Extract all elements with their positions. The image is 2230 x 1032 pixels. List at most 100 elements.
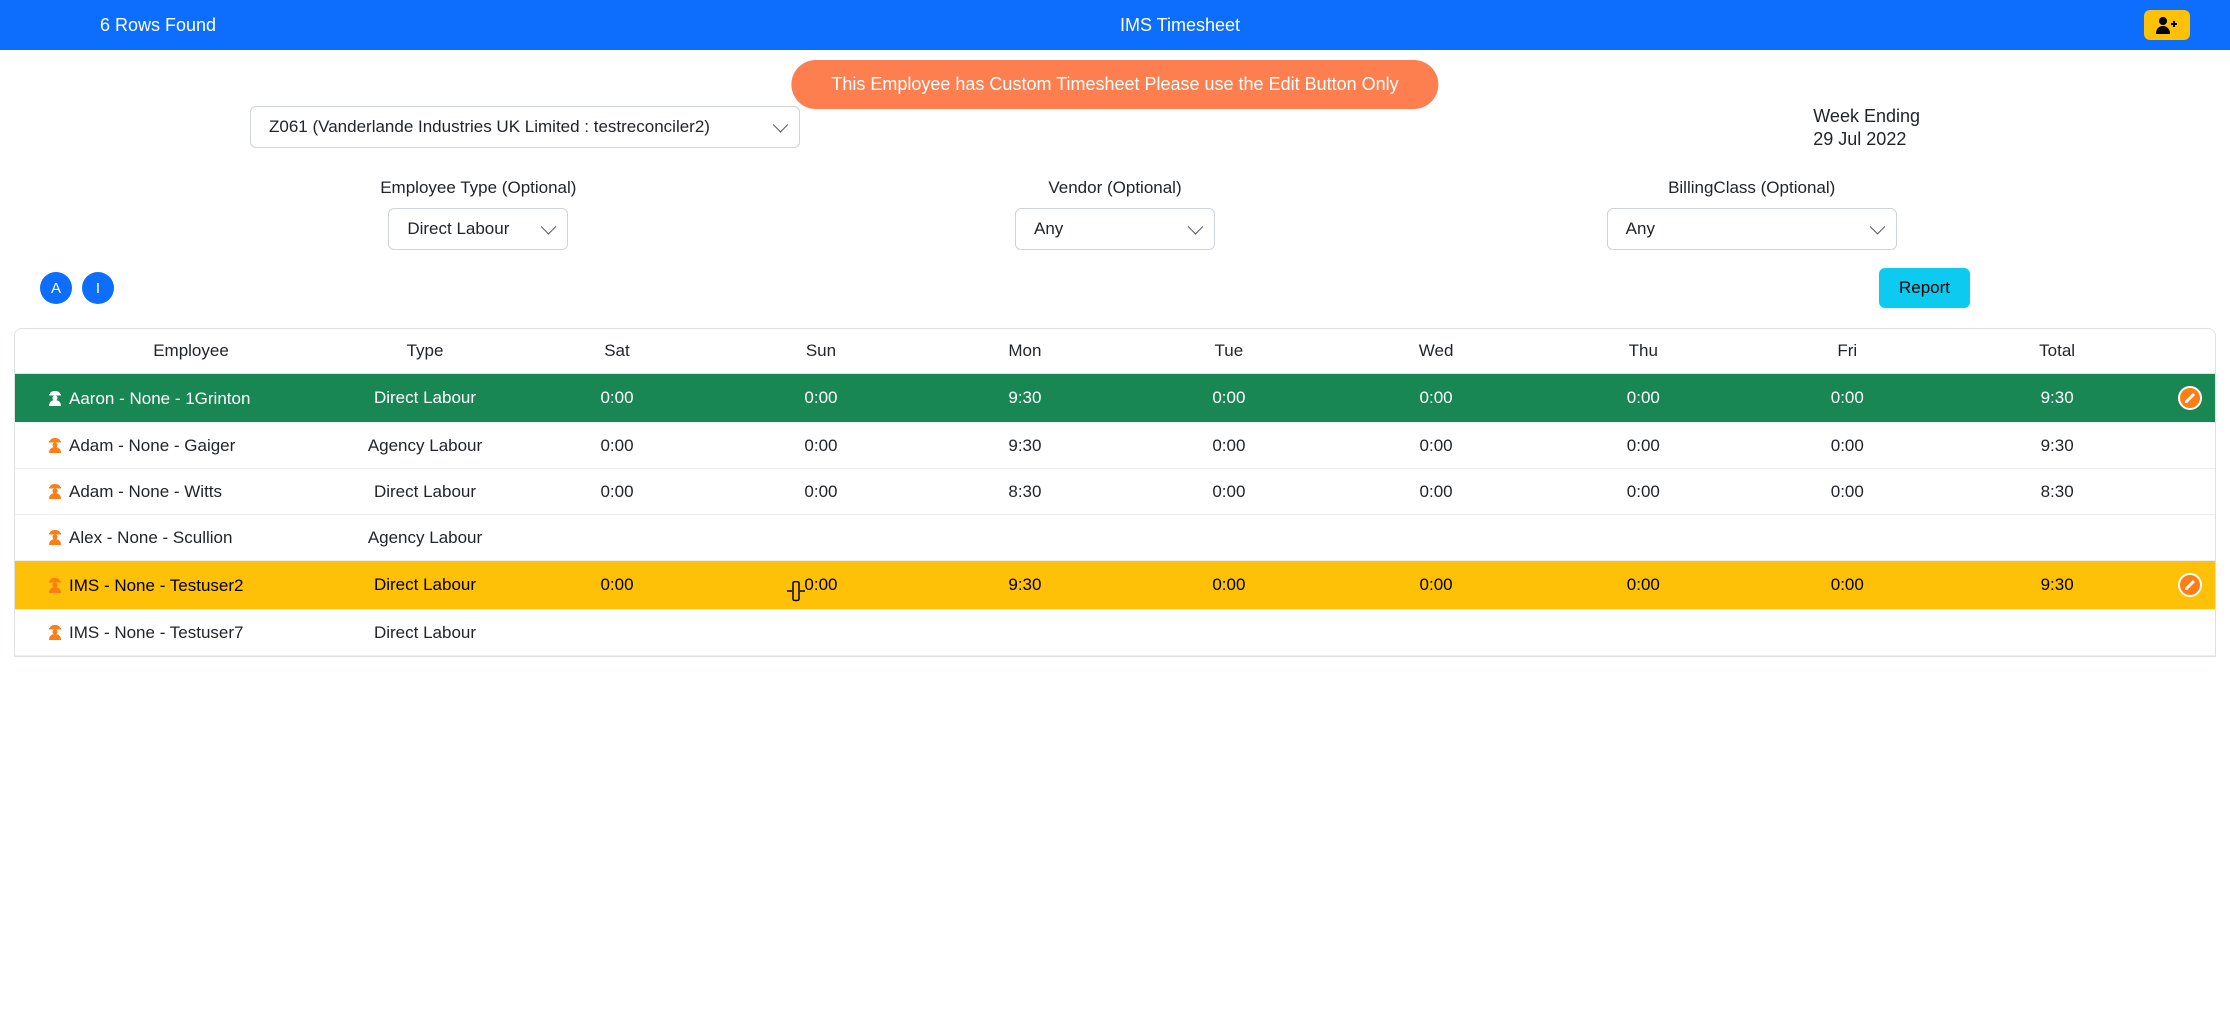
- thu-cell: [1541, 515, 1745, 561]
- employee-name: IMS - None - Testuser2: [69, 576, 243, 595]
- worker-icon: [47, 388, 63, 406]
- sat-cell: 0:00: [515, 561, 719, 610]
- type-cell: Agency Labour: [335, 423, 515, 469]
- vendor-select[interactable]: Any: [1015, 208, 1215, 250]
- employee-cell: IMS - None - Testuser7: [15, 610, 335, 656]
- col-header: Sun: [719, 329, 923, 374]
- fri-cell: [1745, 610, 1949, 656]
- wed-cell: 0:00: [1331, 561, 1541, 610]
- worker-icon: [47, 575, 63, 593]
- letter-filter-i[interactable]: I: [82, 272, 114, 304]
- week-ending-label: Week Ending: [1813, 106, 1920, 127]
- total-cell: [1949, 610, 2165, 656]
- col-header: Fri: [1745, 329, 1949, 374]
- fri-cell: 0:00: [1745, 374, 1949, 423]
- type-cell: Direct Labour: [335, 469, 515, 515]
- col-header: Thu: [1541, 329, 1745, 374]
- total-cell: 9:30: [1949, 374, 2165, 423]
- tue-cell: 0:00: [1127, 469, 1331, 515]
- sat-cell: 0:00: [515, 469, 719, 515]
- col-header: Total: [1949, 329, 2165, 374]
- table-row[interactable]: Alex - None - Scullion Agency Labour: [15, 515, 2215, 561]
- tue-cell: 0:00: [1127, 374, 1331, 423]
- sun-cell: [719, 515, 923, 561]
- sat-cell: [515, 515, 719, 561]
- col-header: Type: [335, 329, 515, 374]
- table-row[interactable]: IMS - None - Testuser2Direct Labour0:000…: [15, 561, 2215, 610]
- app-header: 6 Rows Found IMS Timesheet: [0, 0, 2230, 50]
- app-title: IMS Timesheet: [216, 15, 2144, 36]
- type-cell: Direct Labour: [335, 561, 515, 610]
- employee-name: Adam - None - Gaiger: [69, 436, 235, 455]
- table-row[interactable]: Adam - None - GaigerAgency Labour0:000:0…: [15, 423, 2215, 469]
- tue-cell: [1127, 610, 1331, 656]
- fri-cell: 0:00: [1745, 423, 1949, 469]
- sun-cell: 0:00: [719, 423, 923, 469]
- table-header-row: EmployeeTypeSatSunMonTueWedThuFriTotal: [15, 329, 2215, 374]
- warning-banner: This Employee has Custom Timesheet Pleas…: [791, 60, 1438, 109]
- col-header: Tue: [1127, 329, 1331, 374]
- employee-type-select[interactable]: Direct Labour: [388, 208, 568, 250]
- wed-cell: [1331, 515, 1541, 561]
- col-header-action: [2165, 329, 2215, 374]
- worker-icon: [47, 435, 63, 453]
- timesheet-table-wrap: EmployeeTypeSatSunMonTueWedThuFriTotal A…: [14, 328, 2216, 657]
- mon-cell: 8:30: [923, 469, 1127, 515]
- thu-cell: 0:00: [1541, 561, 1745, 610]
- thu-cell: 0:00: [1541, 423, 1745, 469]
- week-ending-block: Week Ending 29 Jul 2022: [1813, 106, 1920, 150]
- action-cell: [2165, 610, 2215, 656]
- col-header: Mon: [923, 329, 1127, 374]
- user-add-icon: [2156, 16, 2178, 34]
- action-cell: [2165, 561, 2215, 610]
- project-select[interactable]: Z061 (Vanderlande Industries UK Limited …: [250, 106, 800, 148]
- fri-cell: [1745, 515, 1949, 561]
- type-cell: Direct Labour: [335, 610, 515, 656]
- worker-icon: [47, 622, 63, 640]
- sat-cell: 0:00: [515, 374, 719, 423]
- total-cell: [1949, 515, 2165, 561]
- col-header: Wed: [1331, 329, 1541, 374]
- table-row[interactable]: Adam - None - WittsDirect Labour0:000:00…: [15, 469, 2215, 515]
- fri-cell: 0:00: [1745, 561, 1949, 610]
- action-cell: [2165, 423, 2215, 469]
- letter-filter-a[interactable]: A: [40, 272, 72, 304]
- billing-class-select[interactable]: Any: [1607, 208, 1897, 250]
- employee-cell: Alex - None - Scullion: [15, 515, 335, 561]
- table-row[interactable]: IMS - None - Testuser7 Direct Labour: [15, 610, 2215, 656]
- mon-cell: [923, 515, 1127, 561]
- edit-button[interactable]: [2178, 573, 2202, 597]
- employee-name: Aaron - None - 1Grinton: [69, 389, 250, 408]
- type-cell: Direct Labour: [335, 374, 515, 423]
- add-user-button[interactable]: [2144, 10, 2190, 40]
- edit-button[interactable]: [2178, 386, 2202, 410]
- mon-cell: 9:30: [923, 374, 1127, 423]
- table-body: Aaron - None - 1GrintonDirect Labour0:00…: [15, 374, 2215, 656]
- total-cell: 8:30: [1949, 469, 2165, 515]
- employee-name: IMS - None - Testuser7: [69, 623, 243, 642]
- sun-cell: 0:00: [719, 469, 923, 515]
- employee-cell: Adam - None - Witts: [15, 469, 335, 515]
- worker-icon: [47, 527, 63, 545]
- mon-cell: 9:30: [923, 423, 1127, 469]
- table-row[interactable]: Aaron - None - 1GrintonDirect Labour0:00…: [15, 374, 2215, 423]
- employee-cell: Aaron - None - 1Grinton: [15, 374, 335, 423]
- employee-name: Adam - None - Witts: [69, 482, 222, 501]
- sun-cell: [719, 610, 923, 656]
- total-cell: 9:30: [1949, 423, 2165, 469]
- tue-cell: 0:00: [1127, 561, 1331, 610]
- sat-cell: 0:00: [515, 423, 719, 469]
- report-button[interactable]: Report: [1879, 268, 1970, 308]
- sat-cell: [515, 610, 719, 656]
- timesheet-table: EmployeeTypeSatSunMonTueWedThuFriTotal A…: [15, 329, 2215, 656]
- tue-cell: 0:00: [1127, 423, 1331, 469]
- type-cell: Agency Labour: [335, 515, 515, 561]
- employee-cell: IMS - None - Testuser2: [15, 561, 335, 610]
- rows-found-label: 6 Rows Found: [100, 15, 216, 36]
- week-ending-value: 29 Jul 2022: [1813, 129, 1920, 150]
- thu-cell: [1541, 610, 1745, 656]
- vendor-label: Vendor (Optional): [797, 178, 1434, 198]
- employee-name: Alex - None - Scullion: [69, 528, 232, 547]
- tue-cell: [1127, 515, 1331, 561]
- action-cell: [2165, 374, 2215, 423]
